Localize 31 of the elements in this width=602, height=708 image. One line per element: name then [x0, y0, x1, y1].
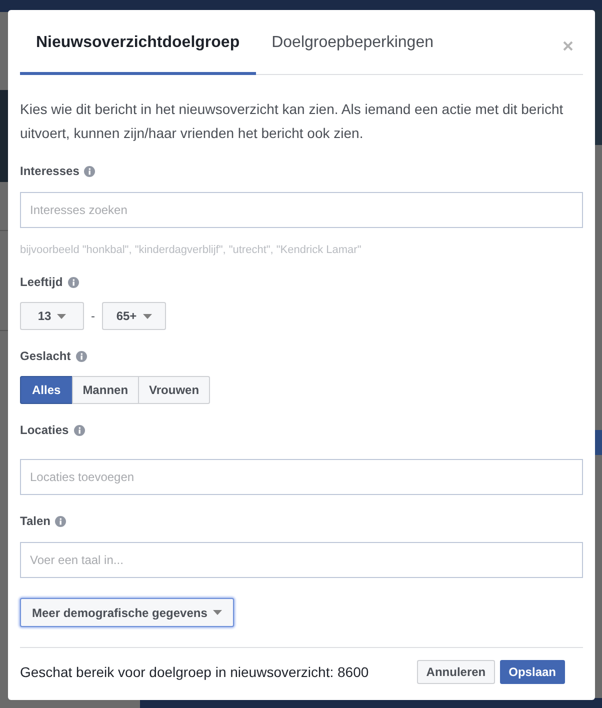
- info-icon[interactable]: [74, 424, 85, 436]
- info-icon[interactable]: [84, 166, 96, 176]
- reach-text: Geschat bereik voor doelgroep in nieuwsoverzicht: 8600: [20, 664, 369, 680]
- field-label: Talen: [20, 514, 50, 528]
- info-icon[interactable]: [76, 350, 87, 362]
- save-button[interactable]: Opslaan: [500, 660, 565, 684]
- more-demographics-button[interactable]: Meer demografische gegevens: [20, 598, 234, 627]
- field-label: Leeftijd: [20, 275, 63, 289]
- description-text: Kies wie dit bericht in het nieuwsoverzicht kan zien. Als iemand een actie met dit bericht uitvoert, kunnen zijn/haar vrienden het bericht ook zien.: [20, 100, 564, 143]
- field-label: Locaties: [20, 423, 69, 437]
- segment-button[interactable]: Vrouwen: [138, 376, 210, 404]
- cancel-button[interactable]: Annuleren: [417, 660, 495, 684]
- tab[interactable]: Doelgroepbeperkingen: [256, 10, 450, 75]
- field-label: Interesses: [20, 164, 80, 178]
- age-dropdown[interactable]: 13: [20, 302, 84, 330]
- info-icon[interactable]: [68, 276, 79, 288]
- close-icon[interactable]: [563, 41, 573, 51]
- segment-button[interactable]: Mannen: [72, 376, 140, 404]
- caret-icon: [213, 610, 222, 615]
- segment-button[interactable]: Alles: [20, 376, 73, 404]
- info-icon[interactable]: [55, 516, 66, 526]
- field-label: Geslacht: [20, 349, 71, 363]
- caret-icon: [142, 314, 152, 318]
- separator-text: -: [91, 309, 95, 323]
- hint-text: bijvoorbeeld "honkbal", "kinderdagverblijf", "utrecht", "Kendrick Lamar": [20, 244, 362, 256]
- input-field[interactable]: Voer een taal in...: [20, 542, 583, 578]
- input-field[interactable]: Interesses zoeken: [20, 192, 583, 228]
- tab[interactable]: Nieuwsoverzichtdoelgroep: [20, 10, 256, 75]
- caret-icon: [57, 314, 66, 318]
- input-field[interactable]: Locaties toevoegen: [20, 459, 583, 495]
- age-dropdown[interactable]: 65+: [102, 302, 166, 330]
